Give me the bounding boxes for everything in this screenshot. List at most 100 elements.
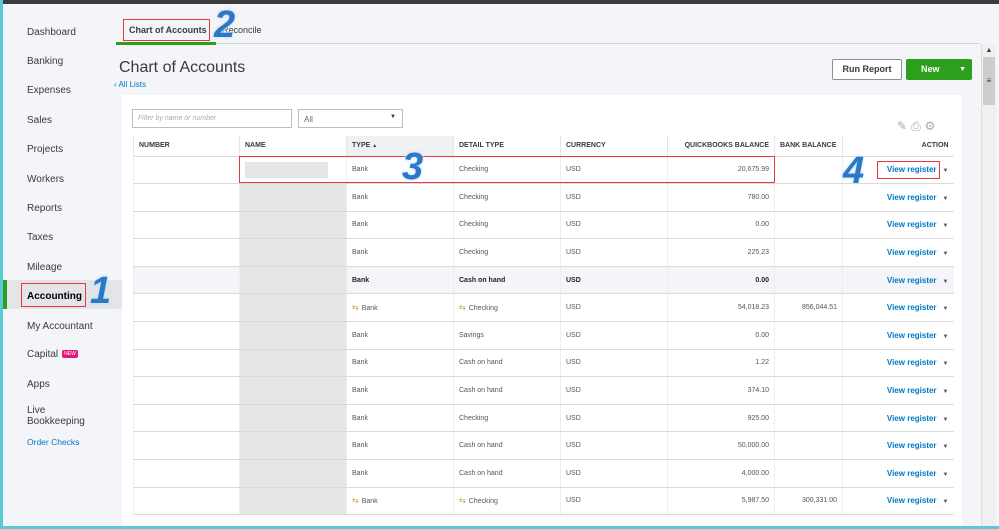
chevron-down-icon[interactable]: ▼ [943, 223, 949, 229]
sidebar-item-sales[interactable]: Sales [27, 115, 52, 126]
column-header[interactable]: QUICKBOOKS BALANCE [667, 136, 775, 157]
type-value: Bank [352, 193, 368, 201]
view-register-link[interactable]: View register [887, 414, 937, 423]
table-row[interactable]: Bank Cash on hand USD 374.10 View regist… [133, 376, 954, 405]
annotation-box-tab [123, 19, 210, 41]
chevron-down-icon[interactable]: ▼ [943, 279, 949, 285]
chevron-down-icon[interactable]: ▼ [959, 59, 966, 80]
detail-type-cell: Checking [453, 404, 561, 433]
sidebar-item-reports[interactable]: Reports [27, 203, 62, 214]
view-register-link[interactable]: View register [887, 248, 937, 257]
table-row[interactable]: Bank Cash on hand USD 50,000.00 View reg… [133, 431, 954, 461]
column-header[interactable]: BANK BALANCE [774, 136, 843, 157]
table-row[interactable]: Bank Checking USD 925.00 View register ▼ [133, 404, 954, 433]
sidebar-item-projects[interactable]: Projects [27, 144, 63, 155]
table-row[interactable]: Bank Cash on hand USD 4,000.00 View regi… [133, 459, 954, 488]
view-register-link[interactable]: View register [887, 496, 937, 505]
currency-cell: USD [560, 293, 668, 323]
chevron-down-icon[interactable]: ▼ [943, 196, 949, 202]
chevron-down-icon[interactable]: ▼ [943, 168, 949, 174]
table-row[interactable]: Bank Cash on hand USD 1.22 View register… [133, 349, 954, 378]
column-header-label: CURRENCY [566, 142, 606, 150]
view-register-link[interactable]: View register [887, 193, 937, 202]
action-cell: View register ▼ [842, 321, 954, 350]
sidebar-item-apps[interactable]: Apps [27, 379, 50, 390]
scroll-thumb[interactable]: ≡ [983, 57, 995, 105]
name-cell [239, 293, 347, 323]
number-cell [133, 211, 240, 240]
currency-cell: USD [560, 238, 668, 267]
new-button[interactable]: New ▼ [906, 59, 972, 80]
column-header[interactable]: DETAIL TYPE [453, 136, 561, 157]
chevron-down-icon[interactable]: ▼ [943, 444, 949, 450]
sidebar-item-mileage[interactable]: Mileage [27, 262, 62, 273]
sidebar-item-my-accountant[interactable]: My Accountant [27, 321, 93, 332]
view-register-link[interactable]: View register [887, 303, 937, 312]
quickbooks-balance-cell: 50,000.00 [667, 431, 775, 461]
sidebar-item-expenses[interactable]: Expenses [27, 85, 71, 96]
table-row[interactable]: Bank Savings USD 0.00 View register ▼ [133, 321, 954, 350]
print-icon[interactable]: ⎙ [911, 119, 925, 133]
sidebar-item-label: Sales [27, 115, 53, 126]
number-cell [133, 376, 240, 405]
detail-type-value: Cash on hand [459, 276, 506, 284]
column-header-label: DETAIL TYPE [459, 142, 504, 150]
type-value: Bank [361, 498, 378, 506]
quickbooks-balance-cell: 0.00 [667, 266, 775, 295]
bank-balance-cell [774, 321, 843, 350]
column-header[interactable]: NUMBER [133, 136, 240, 157]
annotation-box-view-register [877, 161, 940, 179]
active-tab-indicator [116, 42, 216, 45]
detail-type-value: Cash on hand [459, 359, 503, 367]
type-cell: Bank [346, 321, 454, 350]
table-row[interactable]: ⇆ Bank ⇆ Checking USD 54,018.23 856,044.51… [133, 293, 954, 323]
sidebar-item-taxes[interactable]: Taxes [27, 232, 53, 243]
detail-type-cell: Savings [453, 321, 561, 350]
view-register-link[interactable]: View register [887, 220, 937, 229]
column-header[interactable]: NAME [239, 136, 347, 157]
detail-type-value: Checking [468, 305, 498, 313]
scroll-up-icon[interactable]: ▲ [982, 44, 996, 57]
scrollbar[interactable]: ▲ ≡ [981, 44, 996, 526]
view-register-link[interactable]: View register [887, 358, 937, 367]
chevron-down-icon[interactable]: ▼ [943, 251, 949, 257]
type-select[interactable]: All ▼ [298, 109, 403, 128]
view-register-link[interactable]: View register [887, 386, 937, 395]
sidebar-item-dashboard[interactable]: Dashboard [27, 27, 76, 38]
chevron-down-icon[interactable]: ▼ [943, 361, 949, 367]
chevron-down-icon[interactable]: ▼ [943, 472, 949, 478]
sidebar-item-capital[interactable]: Capital NEW [27, 349, 78, 360]
chevron-down-icon[interactable]: ▼ [943, 417, 949, 423]
type-value: Bank [352, 414, 368, 422]
sidebar-item-banking[interactable]: Banking [27, 56, 63, 67]
column-header[interactable]: TYPE ▲ [346, 136, 454, 157]
chevron-down-icon[interactable]: ▼ [943, 389, 949, 395]
view-register-link[interactable]: View register [887, 469, 937, 478]
order-checks-link[interactable]: Order Checks [27, 437, 79, 447]
view-register-link[interactable]: View register [887, 276, 937, 285]
table-row[interactable]: Bank Checking USD 225.23 View register ▼ [133, 238, 954, 267]
chevron-down-icon[interactable]: ▼ [943, 499, 949, 505]
name-cell [239, 266, 347, 295]
gear-icon[interactable]: ⚙ [925, 119, 940, 133]
action-cell: View register ▼ [842, 349, 954, 378]
table-row[interactable]: ⇆ Bank ⇆ Checking USD 5,987.50 300,331.00 … [133, 487, 954, 516]
sidebar-item-live-bookkeeping[interactable]: Live Bookkeeping [27, 405, 85, 427]
edit-pencil-icon[interactable]: ✎ [897, 119, 911, 133]
sidebar-item-label: Capital [27, 349, 59, 360]
detail-type-value: Cash on hand [459, 387, 503, 395]
run-report-button[interactable]: Run Report [832, 59, 902, 80]
table-row[interactable]: Bank Checking USD 0.00 View register ▼ [133, 211, 954, 240]
view-register-link[interactable]: View register [887, 441, 937, 450]
detail-type-cell: Cash on hand [453, 376, 561, 405]
table-row[interactable]: Bank Cash on hand USD 0.00 View register… [133, 266, 954, 295]
sidebar-item-workers[interactable]: Workers [27, 174, 64, 185]
filter-input[interactable]: Filter by name or number [132, 109, 292, 128]
detail-type-value: Savings [459, 331, 484, 339]
chevron-down-icon[interactable]: ▼ [943, 334, 949, 340]
view-register-link[interactable]: View register [887, 331, 937, 340]
column-header[interactable]: CURRENCY [560, 136, 668, 157]
all-lists-link[interactable]: ‹ All Lists [114, 80, 146, 89]
table-row[interactable]: Bank Checking USD 780.00 View register ▼ [133, 183, 954, 212]
chevron-down-icon[interactable]: ▼ [943, 306, 949, 312]
